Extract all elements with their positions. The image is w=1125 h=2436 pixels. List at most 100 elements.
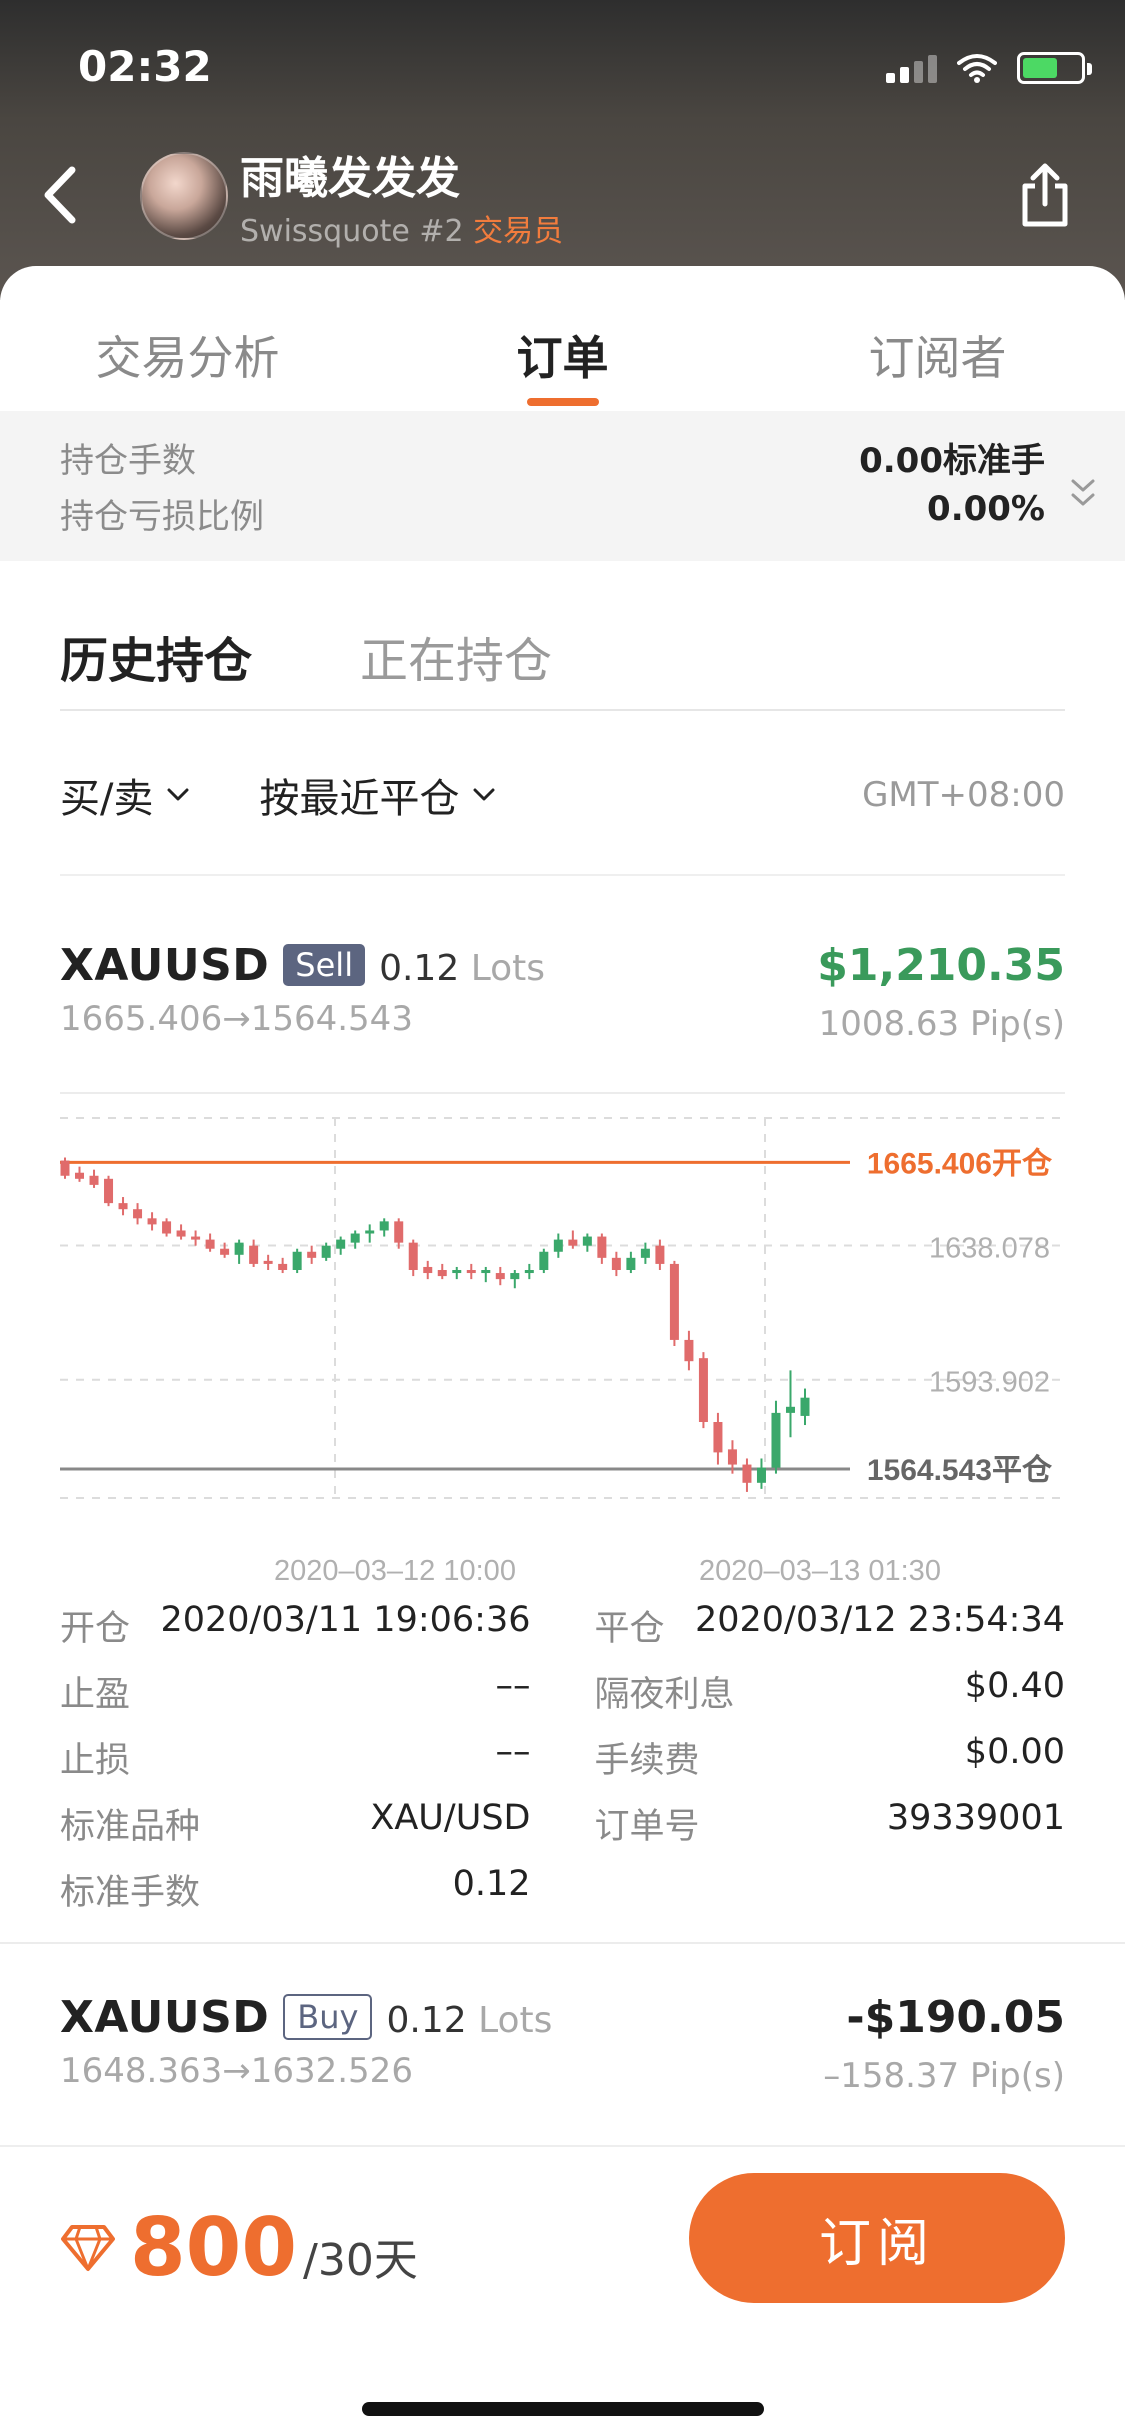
detail-key: 止损 [60, 1740, 131, 1781]
summary-row-lots: 持仓手数 0.00标准手 [60, 433, 1045, 482]
candle-body [495, 1273, 505, 1280]
candle-body [655, 1245, 665, 1264]
detail-key: 订单号 [594, 1806, 700, 1847]
detail-key: 隔夜利息 [594, 1674, 735, 1715]
side-filter-label: 买/卖 [60, 776, 154, 822]
wifi-icon [957, 54, 997, 83]
candle-body [350, 1233, 360, 1243]
share-icon[interactable] [1017, 160, 1073, 230]
back-icon[interactable] [36, 160, 84, 230]
candle-body [89, 1175, 99, 1185]
summary-row-loss: 持仓亏损比例 0.00% [60, 489, 1045, 538]
broker-label: Swissquote #2 [240, 214, 464, 249]
candle-body [640, 1248, 650, 1258]
profit-loss: -$190.05 [846, 1992, 1065, 2043]
candle-body [437, 1270, 447, 1277]
trader-subtitle: Swissquote #2 交易员 [240, 206, 563, 250]
candle-body [60, 1160, 70, 1176]
detail-key: 标准品种 [60, 1806, 201, 1847]
candle-body [626, 1257, 636, 1270]
chevron-down-icon [473, 788, 495, 801]
detail-key: 平仓 [594, 1608, 665, 1649]
detail-row: 标准手数 0.12 [60, 1856, 1065, 1922]
candle-body [278, 1263, 288, 1270]
pips-value: 1008.63 Pip(s) [818, 1004, 1065, 1044]
candle-body [75, 1172, 85, 1179]
detail-value: 2020/03/12 23:54:34 [694, 1599, 1065, 1640]
detail-value: XAU/USD [370, 1797, 531, 1838]
tab-analysis[interactable]: 交易分析 [0, 296, 375, 406]
avatar[interactable] [140, 152, 228, 240]
candle-body [423, 1266, 433, 1274]
candle-body [133, 1209, 143, 1219]
order-symbol: XAUUSD [60, 1992, 270, 2043]
candle-body [379, 1221, 389, 1231]
candle-body [800, 1397, 810, 1416]
lots-value: 0.12 [379, 948, 460, 989]
detail-value: 39339001 [886, 1797, 1065, 1838]
candle-body [205, 1239, 215, 1249]
detail-row: 止损 –– 手续费 $0.00 [60, 1724, 1065, 1790]
candle-body [669, 1263, 679, 1340]
subscribe-bar: 800 /30天 订阅 [0, 2145, 1125, 2436]
detail-value: 0.12 [452, 1863, 531, 1904]
price-block: 800 /30天 [60, 2201, 418, 2294]
loss-ratio-value: 0.00% [927, 489, 1045, 529]
tab-open-positions[interactable]: 正在持仓 [360, 611, 552, 709]
detail-value: –– [495, 1731, 531, 1772]
candle-body [452, 1270, 462, 1274]
detail-value: $0.00 [964, 1731, 1065, 1772]
divider [0, 1942, 1125, 1944]
detail-value: $0.40 [964, 1665, 1065, 1706]
order-symbol: XAUUSD [60, 940, 270, 991]
side-badge: Sell [283, 944, 366, 986]
sort-filter[interactable]: 按最近平仓 [259, 766, 495, 824]
diamond-icon [61, 2224, 115, 2271]
x-tick-label: 2020–03–12 10:00 [274, 1555, 516, 1587]
candle-body [307, 1251, 317, 1258]
signal-icon [886, 53, 937, 83]
profit-loss: $1,210.35 [817, 940, 1065, 991]
candle-body [756, 1467, 766, 1483]
candle-body [713, 1422, 723, 1453]
tab-orders[interactable]: 订单 [375, 296, 750, 406]
role-label: 交易员 [473, 214, 564, 249]
candle-body [742, 1464, 752, 1483]
candle-body [553, 1239, 563, 1252]
trader-name: 雨曦发发发 [240, 153, 460, 204]
status-time: 02:32 [78, 42, 212, 91]
detail-value: –– [495, 1665, 531, 1706]
position-subtabs: 历史持仓 正在持仓 [60, 611, 1065, 711]
lots-value: 0.12 [386, 2000, 467, 2041]
y-tick-label: 1593.902 [929, 1367, 1050, 1399]
order-lots: 0.12 Lots [386, 2000, 552, 2041]
chart-svg: 1638.078 1593.902 2020–03–12 10:00 2020–03–… [60, 1117, 1065, 1587]
side-filter[interactable]: 买/卖 [60, 766, 189, 824]
candle-body [118, 1203, 128, 1210]
order-card-1[interactable]: XAUUSD Sell 0.12 Lots 1665.406→1564.543 $1… [60, 940, 1065, 1060]
detail-value: 2020/03/11 19:06:36 [160, 1599, 531, 1640]
candle-body [408, 1242, 418, 1270]
detail-row: 止盈 –– 隔夜利息 $0.40 [60, 1658, 1065, 1724]
pips-value: –158.37 Pip(s) [823, 2056, 1065, 2096]
subscribe-button[interactable]: 订阅 [689, 2173, 1065, 2303]
order-card-2[interactable]: XAUUSD Buy 0.12 Lots 1648.363→1632.526 -$1… [60, 1992, 1065, 2112]
position-lots-value: 0.00标准手 [859, 441, 1045, 481]
candle-body [568, 1239, 578, 1246]
candle-body [234, 1242, 244, 1255]
order-details: 开仓 2020/03/11 19:06:36 平仓 2020/03/12 23:54… [60, 1592, 1065, 1922]
candle-body [336, 1239, 346, 1249]
candle-body [727, 1449, 737, 1465]
tab-history-positions[interactable]: 历史持仓 [60, 611, 252, 709]
position-summary[interactable]: 持仓手数 0.00标准手 持仓亏损比例 0.00% [0, 411, 1125, 561]
detail-row: 开仓 2020/03/11 19:06:36 平仓 2020/03/12 23:54… [60, 1592, 1065, 1658]
candle-body [698, 1358, 708, 1422]
candle-body [597, 1236, 607, 1258]
tab-subscribers[interactable]: 订阅者 [750, 296, 1125, 406]
candle-body [147, 1218, 157, 1225]
main-tabs: 交易分析 订单 订阅者 [0, 296, 1125, 406]
candle-body [104, 1178, 114, 1204]
detail-key: 开仓 [60, 1608, 131, 1649]
candle-body [466, 1270, 476, 1274]
expand-chevron-icon[interactable] [1069, 475, 1097, 511]
